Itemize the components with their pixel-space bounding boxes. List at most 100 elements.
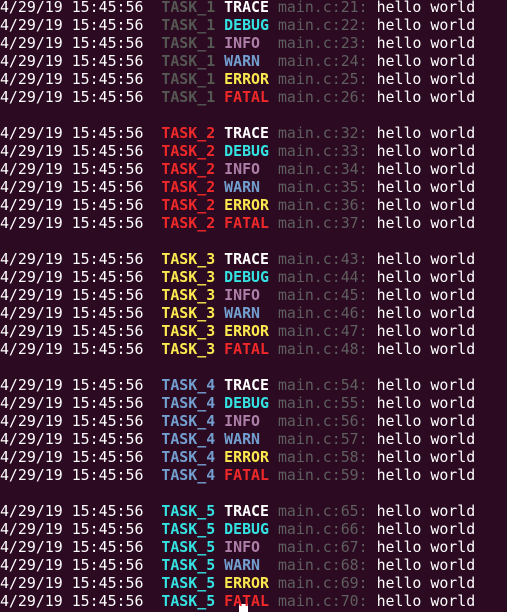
log-time: 15:45:56	[71, 214, 144, 232]
log-level: FATAL	[224, 340, 269, 358]
log-date: 04/29/19	[0, 304, 63, 322]
log-time: 15:45:56	[71, 16, 144, 34]
log-file-location: main.c:37:	[277, 214, 368, 232]
log-task: TASK_4	[161, 394, 216, 412]
log-file-location: main.c:47:	[277, 322, 368, 340]
log-time: 15:45:56	[71, 538, 144, 556]
log-file-location: main.c:22:	[277, 16, 368, 34]
log-time: 15:45:56	[71, 250, 144, 268]
log-level: FATAL	[224, 214, 269, 232]
log-line: 04/29/19 15:45:56 TASK_5 DEBUG main.c:66…	[0, 520, 475, 538]
terminal-output[interactable]: 04/29/19 15:45:56 TASK_1 TRACE main.c:21…	[0, 0, 507, 612]
log-message: hello world	[376, 70, 476, 88]
log-date: 04/29/19	[0, 520, 63, 538]
log-time: 15:45:56	[71, 322, 144, 340]
log-time: 15:45:56	[71, 88, 144, 106]
log-message: hello world	[376, 52, 476, 70]
log-file-location: main.c:56:	[277, 412, 368, 430]
log-message: hello world	[376, 448, 476, 466]
log-message: hello world	[376, 0, 476, 16]
log-level: TRACE	[224, 250, 269, 268]
log-message: hello world	[376, 196, 476, 214]
log-message: hello world	[376, 160, 476, 178]
log-level: ERROR	[224, 70, 269, 88]
log-file-location: main.c:58:	[277, 448, 368, 466]
log-task: TASK_3	[161, 340, 216, 358]
log-message: hello world	[376, 88, 476, 106]
log-task: TASK_2	[161, 160, 216, 178]
log-line: 04/29/19 15:45:56 TASK_1 INFO main.c:23:…	[0, 34, 475, 52]
log-file-location: main.c:36:	[277, 196, 368, 214]
log-line: 04/29/19 15:45:56 TASK_2 ERROR main.c:36…	[0, 196, 475, 214]
log-date: 04/29/19	[0, 70, 63, 88]
log-date: 04/29/19	[0, 142, 63, 160]
log-time: 15:45:56	[71, 448, 144, 466]
log-file-location: main.c:35:	[277, 178, 368, 196]
log-file-location: main.c:43:	[277, 250, 368, 268]
log-file-location: main.c:34:	[277, 160, 368, 178]
log-level: DEBUG	[224, 142, 269, 160]
log-level: WARN	[224, 52, 261, 70]
log-time: 15:45:56	[71, 412, 144, 430]
log-file-location: main.c:70:	[277, 592, 368, 610]
log-date: 04/29/19	[0, 322, 63, 340]
log-file-location: main.c:24:	[277, 52, 368, 70]
log-time: 15:45:56	[71, 592, 144, 610]
log-file-location: main.c:46:	[277, 304, 368, 322]
log-time: 15:45:56	[71, 0, 144, 16]
log-date: 04/29/19	[0, 214, 63, 232]
log-time: 15:45:56	[71, 502, 144, 520]
log-message: hello world	[376, 376, 476, 394]
log-line: 04/29/19 15:45:56 TASK_5 TRACE main.c:65…	[0, 502, 475, 520]
log-message: hello world	[376, 520, 476, 538]
log-task: TASK_1	[161, 52, 216, 70]
log-task: TASK_2	[161, 178, 216, 196]
log-file-location: main.c:26:	[277, 88, 368, 106]
log-time: 15:45:56	[71, 394, 144, 412]
log-level: ERROR	[224, 322, 269, 340]
log-date: 04/29/19	[0, 0, 63, 16]
log-level: FATAL	[224, 88, 269, 106]
log-message: hello world	[376, 250, 476, 268]
log-date: 04/29/19	[0, 376, 63, 394]
log-level: INFO	[224, 412, 261, 430]
log-file-location: main.c:21:	[277, 0, 368, 16]
log-date: 04/29/19	[0, 502, 63, 520]
log-message: hello world	[376, 340, 476, 358]
log-time: 15:45:56	[71, 268, 144, 286]
log-file-location: main.c:65:	[277, 502, 368, 520]
log-line: 04/29/19 15:45:56 TASK_1 FATAL main.c:26…	[0, 88, 475, 106]
log-task: TASK_1	[161, 34, 216, 52]
log-message: hello world	[376, 304, 476, 322]
log-message: hello world	[376, 214, 476, 232]
log-level: DEBUG	[224, 268, 269, 286]
log-level: DEBUG	[224, 520, 269, 538]
log-file-location: main.c:57:	[277, 430, 368, 448]
log-task: TASK_2	[161, 214, 216, 232]
log-level: DEBUG	[224, 16, 269, 34]
log-message: hello world	[376, 34, 476, 52]
log-time: 15:45:56	[71, 556, 144, 574]
log-level: FATAL	[224, 592, 269, 610]
log-task: TASK_5	[161, 556, 216, 574]
log-message: hello world	[376, 574, 476, 592]
log-line: 04/29/19 15:45:56 TASK_4 WARN main.c:57:…	[0, 430, 475, 448]
log-time: 15:45:56	[71, 160, 144, 178]
log-task: TASK_5	[161, 592, 216, 610]
log-level: TRACE	[224, 124, 269, 142]
log-time: 15:45:56	[71, 178, 144, 196]
log-level: WARN	[224, 556, 261, 574]
log-line: 04/29/19 15:45:56 TASK_3 INFO main.c:45:…	[0, 286, 475, 304]
log-level: FATAL	[224, 466, 269, 484]
log-message: hello world	[376, 412, 476, 430]
log-time: 15:45:56	[71, 304, 144, 322]
log-time: 15:45:56	[71, 376, 144, 394]
log-file-location: main.c:25:	[277, 70, 368, 88]
log-message: hello world	[376, 268, 476, 286]
log-line: 04/29/19 15:45:56 TASK_4 DEBUG main.c:55…	[0, 394, 475, 412]
log-message: hello world	[376, 538, 476, 556]
log-time: 15:45:56	[71, 430, 144, 448]
log-line: 04/29/19 15:45:56 TASK_2 DEBUG main.c:33…	[0, 142, 475, 160]
log-file-location: main.c:44:	[277, 268, 368, 286]
log-date: 04/29/19	[0, 556, 63, 574]
